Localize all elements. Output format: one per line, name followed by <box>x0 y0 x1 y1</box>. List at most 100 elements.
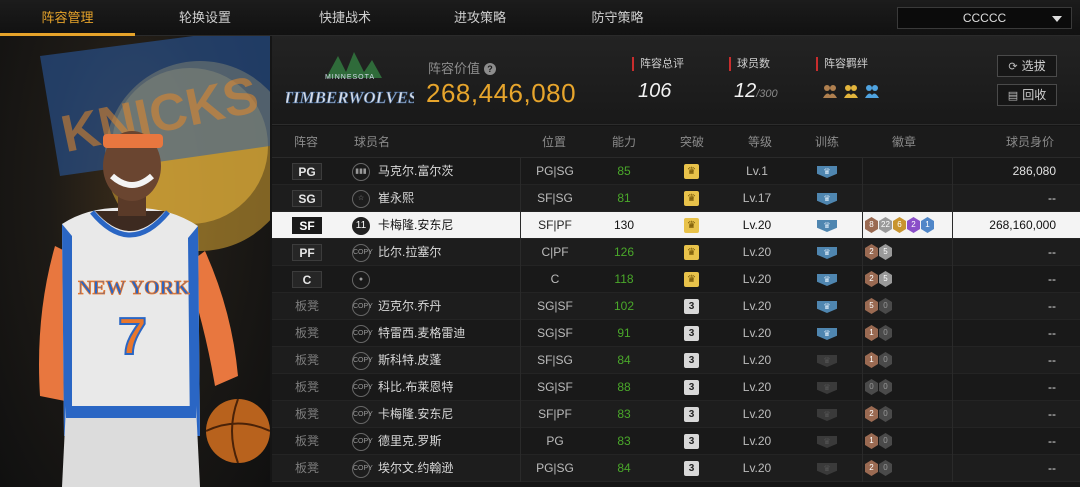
lineup-slot[interactable]: PG <box>292 163 322 180</box>
breakthrough-level[interactable]: 3 <box>684 380 699 395</box>
lineup-slot[interactable]: 板凳 <box>292 433 322 450</box>
training-icon[interactable]: ♛ <box>817 301 837 313</box>
table-row[interactable]: 板凳 COPY 埃尔文.约翰逊 PG|SG 84 3 Lv.20 ♛ 20 -- <box>272 455 1080 482</box>
badge-icon[interactable]: 0 <box>879 433 892 449</box>
player-name[interactable]: 崔永熙 <box>378 185 414 212</box>
badge-icon[interactable]: 1 <box>865 352 878 368</box>
table-row[interactable]: 板凳 COPY 斯科特.皮蓬 SF|SG 84 3 Lv.20 ♛ 10 -- <box>272 347 1080 374</box>
badge-icon[interactable]: 0 <box>879 460 892 476</box>
player-name[interactable]: 科比.布莱恩特 <box>378 374 453 401</box>
training-icon[interactable]: ♛ <box>817 355 837 367</box>
table-row[interactable]: PF COPY 比尔.拉塞尔 C|PF 126 ♛ Lv.20 ♛ 25 -- <box>272 239 1080 266</box>
player-name[interactable]: 埃尔文.约翰逊 <box>378 455 453 482</box>
lineup-slot[interactable]: 板凳 <box>292 325 322 342</box>
lineup-slot[interactable]: 板凳 <box>292 406 322 423</box>
badge-icon[interactable]: 0 <box>865 379 878 395</box>
select-button[interactable]: ⟳ 选拔 <box>997 55 1057 77</box>
player-name[interactable]: 比尔.拉塞尔 <box>378 239 441 266</box>
lineup-slot[interactable]: 板凳 <box>292 379 322 396</box>
breakthrough-level[interactable]: 3 <box>684 461 699 476</box>
badge-icon[interactable]: 5 <box>879 244 892 260</box>
table-row[interactable]: PG ▮▮▮ 马克尔.富尔茨 PG|SG 85 ♛ Lv.1 ♛ 286,080 <box>272 158 1080 185</box>
breakthrough-level[interactable]: 3 <box>684 353 699 368</box>
badge-icon[interactable]: 1 <box>865 433 878 449</box>
lineup-slot[interactable]: 板凳 <box>292 298 322 315</box>
lineup-slot[interactable]: 板凳 <box>292 352 322 369</box>
breakthrough-crown-icon[interactable]: ♛ <box>684 164 699 179</box>
player-name[interactable]: 迈克尔.乔丹 <box>378 293 441 320</box>
player-name[interactable]: 卡梅隆.安东尼 <box>378 212 453 239</box>
badge-icon[interactable]: 0 <box>879 406 892 422</box>
player-level: Lv.20 <box>742 461 772 475</box>
tab-offense-strategy[interactable]: 进攻策略 <box>415 0 545 36</box>
breakthrough-crown-icon[interactable]: ♛ <box>684 272 699 287</box>
training-icon[interactable]: ♛ <box>817 436 837 448</box>
player-name[interactable]: 马克尔.富尔茨 <box>378 158 453 185</box>
tab-quick-tactics[interactable]: 快捷战术 <box>275 0 415 36</box>
badge-icon[interactable]: 2 <box>907 217 920 233</box>
tab-defense-strategy[interactable]: 防守策略 <box>545 0 690 36</box>
badge-icon[interactable]: 22 <box>879 217 892 233</box>
player-position: SG|SF <box>537 380 573 394</box>
badge-icon[interactable]: 0 <box>879 325 892 341</box>
badge-icon[interactable]: 6 <box>893 217 906 233</box>
player-name[interactable]: 德里克.罗斯 <box>378 428 441 455</box>
table-row[interactable]: SG ☆ 崔永熙 SF|SG 81 ♛ Lv.17 ♛ -- <box>272 185 1080 212</box>
table-row[interactable]: 板凳 COPY 卡梅隆.安东尼 SF|PF 83 3 Lv.20 ♛ 20 -- <box>272 401 1080 428</box>
badge-icon[interactable]: 2 <box>865 244 878 260</box>
badge-icon[interactable]: 5 <box>879 271 892 287</box>
team-select[interactable]: CCCCC <box>897 7 1072 29</box>
lineup-slot[interactable]: PF <box>292 244 322 261</box>
training-icon[interactable]: ♛ <box>817 463 837 475</box>
lineup-slot[interactable]: SG <box>292 190 322 207</box>
breakthrough-level[interactable]: 3 <box>684 326 699 341</box>
breakthrough-level[interactable]: 3 <box>684 299 699 314</box>
badge-icon[interactable]: 8 <box>865 217 878 233</box>
player-name[interactable]: 特雷西.麦格雷迪 <box>378 320 465 347</box>
player-ability: 102 <box>613 299 635 313</box>
bond-gold-icon[interactable] <box>842 83 860 99</box>
player-name[interactable]: 卡梅隆.安东尼 <box>378 401 453 428</box>
training-icon[interactable]: ♛ <box>817 166 837 178</box>
help-icon[interactable]: ? <box>484 63 497 75</box>
table-row[interactable]: 板凳 COPY 特雷西.麦格雷迪 SG|SF 91 3 Lv.20 ♛ 10 -… <box>272 320 1080 347</box>
bond-brown-icon[interactable] <box>821 83 839 99</box>
tab-rotation-settings[interactable]: 轮换设置 <box>135 0 275 36</box>
training-icon[interactable]: ♛ <box>817 220 837 232</box>
breakthrough-crown-icon[interactable]: ♛ <box>684 245 699 260</box>
recycle-button[interactable]: ▤ 回收 <box>997 84 1057 106</box>
lineup-slot[interactable]: C <box>292 271 322 288</box>
badge-icon[interactable]: 5 <box>865 298 878 314</box>
badge-list: 10 <box>865 325 892 342</box>
badge-icon[interactable]: 2 <box>865 460 878 476</box>
jersey-icon: 11 <box>352 217 370 235</box>
breakthrough-crown-icon[interactable]: ♛ <box>684 218 699 233</box>
training-icon[interactable]: ♛ <box>817 409 837 421</box>
table-row[interactable]: 板凳 COPY 科比.布莱恩特 SG|SF 88 3 Lv.20 ♛ 00 -- <box>272 374 1080 401</box>
tab-roster-management[interactable]: 阵容管理 <box>0 0 135 36</box>
bond-blue-icon[interactable] <box>863 83 881 99</box>
badge-icon[interactable]: 2 <box>865 406 878 422</box>
breakthrough-level[interactable]: 3 <box>684 434 699 449</box>
badge-icon[interactable]: 0 <box>879 352 892 368</box>
breakthrough-crown-icon[interactable]: ♛ <box>684 191 699 206</box>
training-icon[interactable]: ♛ <box>817 328 837 340</box>
badge-icon[interactable]: 1 <box>921 217 934 233</box>
table-row[interactable]: 板凳 COPY 迈克尔.乔丹 SG|SF 102 3 Lv.20 ♛ 50 -- <box>272 293 1080 320</box>
badge-icon[interactable]: 2 <box>865 271 878 287</box>
training-icon[interactable]: ♛ <box>817 193 837 205</box>
training-icon[interactable]: ♛ <box>817 382 837 394</box>
badge-icon[interactable]: 0 <box>879 298 892 314</box>
training-icon[interactable]: ♛ <box>817 247 837 259</box>
table-row[interactable]: SF 11 卡梅隆.安东尼 SF|PF 130 ♛ Lv.20 ♛ 8 22 6 2 1… <box>272 212 1080 239</box>
copy-icon: COPY <box>352 433 373 451</box>
table-row[interactable]: 板凳 COPY 德里克.罗斯 PG 83 3 Lv.20 ♛ 10 -- <box>272 428 1080 455</box>
breakthrough-level[interactable]: 3 <box>684 407 699 422</box>
badge-icon[interactable]: 1 <box>865 325 878 341</box>
training-icon[interactable]: ♛ <box>817 274 837 286</box>
lineup-slot[interactable]: 板凳 <box>292 460 322 477</box>
badge-icon[interactable]: 0 <box>879 379 892 395</box>
lineup-slot[interactable]: SF <box>292 217 322 234</box>
player-name[interactable]: 斯科特.皮蓬 <box>378 347 441 374</box>
table-row[interactable]: C ● C 118 ♛ Lv.20 ♛ 25 -- <box>272 266 1080 293</box>
